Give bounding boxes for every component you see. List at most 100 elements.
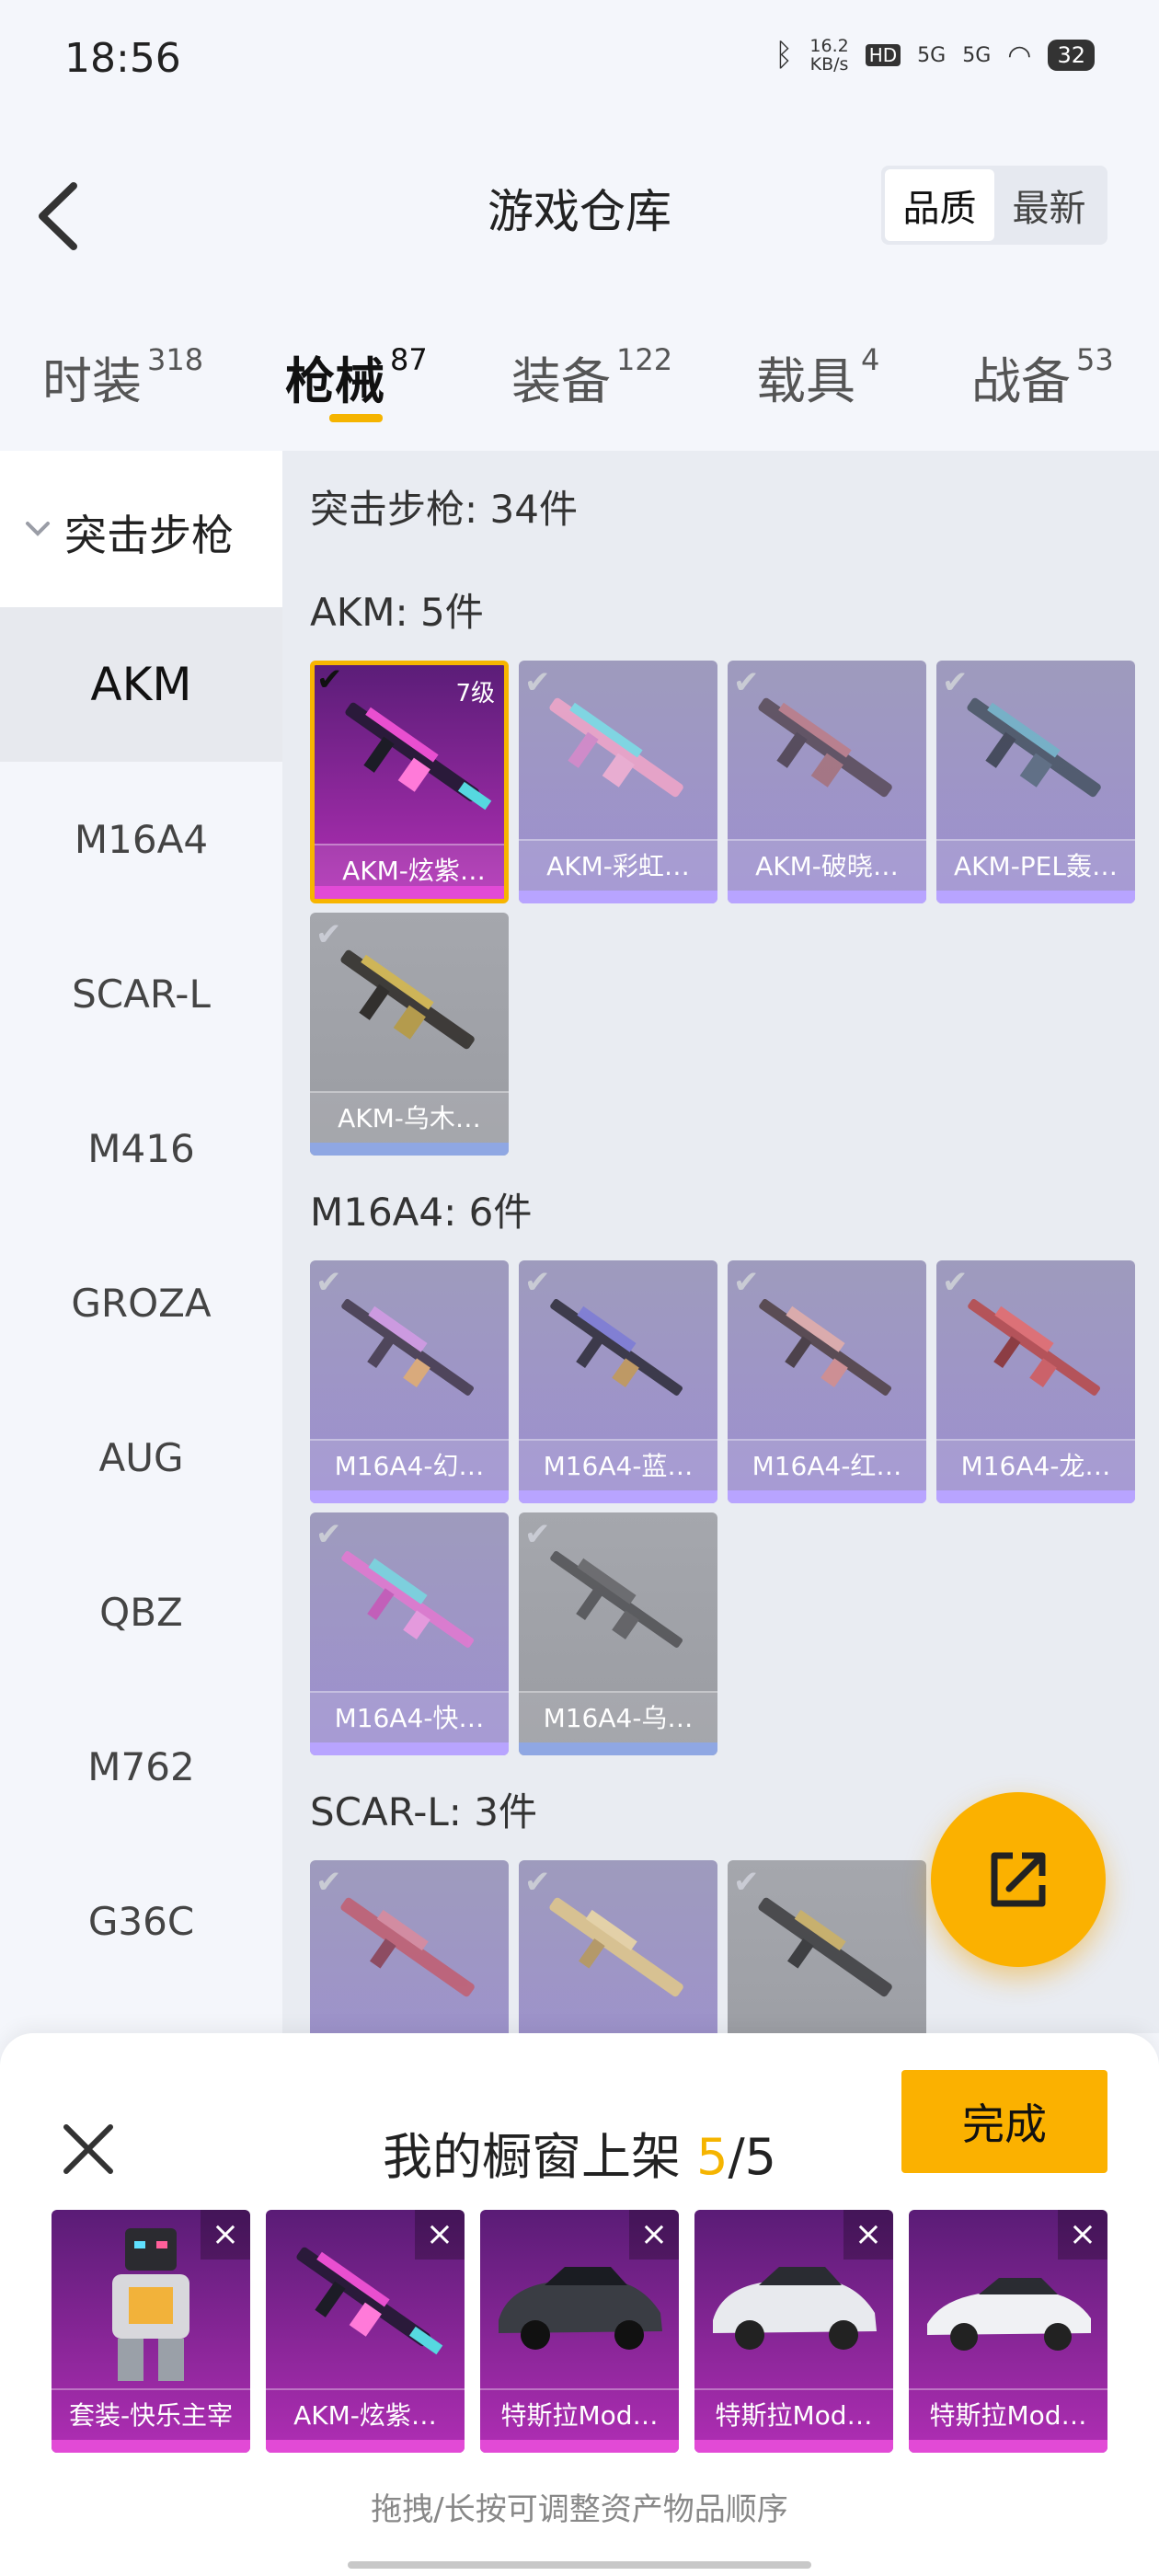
showcase-item[interactable]: × 特斯拉Mod… bbox=[694, 2210, 893, 2453]
weapon-card[interactable]: ✔ M16A4-红… bbox=[728, 1260, 926, 1503]
showcase-item-name: 特斯拉Mod… bbox=[694, 2388, 893, 2440]
rarity-bar bbox=[480, 2440, 679, 2453]
rarity-bar bbox=[728, 891, 926, 903]
group-title-akm: AKM: 5件 bbox=[310, 590, 484, 635]
checkmark-icon: ✔ bbox=[524, 1864, 551, 1901]
weapon-name: M16A4-乌… bbox=[519, 1691, 717, 1742]
showcase-item-name: 特斯拉Mod… bbox=[909, 2388, 1107, 2440]
category-tabs: 时装 318 枪械 87 装备 122 载具 4 战备 53 bbox=[0, 322, 1159, 451]
sort-toggle: 品质 最新 bbox=[881, 166, 1107, 245]
sort-newest-button[interactable]: 最新 bbox=[994, 169, 1104, 241]
chevron-down-icon bbox=[26, 522, 50, 536]
showcase-item-name: 特斯拉Mod… bbox=[480, 2388, 679, 2440]
rarity-bar bbox=[519, 891, 717, 903]
sort-quality-button[interactable]: 品质 bbox=[885, 169, 994, 241]
status-bar: 18:56 ᛒ 16.2 KB/s HD 5G 5G ◠ 32 bbox=[0, 0, 1159, 115]
weapon-name: AKM-破晓… bbox=[728, 839, 926, 891]
showcase-item[interactable]: × AKM-炫紫… bbox=[266, 2210, 465, 2453]
active-tab-indicator bbox=[329, 414, 383, 422]
network-speed: 16.2 KB/s bbox=[809, 36, 849, 75]
weapon-card[interactable]: ✔ M16A4-蓝… bbox=[519, 1260, 717, 1503]
weapon-name: AKM-乌木… bbox=[310, 1091, 509, 1143]
rarity-bar bbox=[936, 1490, 1135, 1503]
weapon-card[interactable]: ✔ 7级 AKM-炫紫… bbox=[310, 661, 509, 903]
weapon-card[interactable]: ✔ M16A4-乌… bbox=[519, 1512, 717, 1755]
weapon-name: M16A4-龙… bbox=[936, 1439, 1135, 1490]
home-indicator[interactable] bbox=[348, 2561, 811, 2569]
showcase-count: 5 bbox=[696, 2128, 729, 2186]
checkmark-icon: ✔ bbox=[524, 664, 551, 701]
weapon-type-nav: 突击步枪 AKM M16A4 SCAR-L M416 GROZA AUG QBZ… bbox=[0, 451, 282, 2033]
weapon-card[interactable]: ✔ AKM-彩虹… bbox=[519, 661, 717, 903]
showcase-item[interactable]: × 特斯拉Mod… bbox=[909, 2210, 1107, 2453]
checkmark-icon: ✔ bbox=[524, 1264, 551, 1301]
nav-item-akm[interactable]: AKM bbox=[0, 607, 282, 762]
weapon-card[interactable]: ✔ AKM-PEL轰… bbox=[936, 661, 1135, 903]
tab-guns[interactable]: 枪械 87 bbox=[285, 340, 428, 413]
weapon-name: AKM-PEL轰… bbox=[936, 839, 1135, 891]
rarity-bar bbox=[266, 2440, 465, 2453]
tab-gear[interactable]: 战备 53 bbox=[971, 340, 1114, 413]
share-icon bbox=[991, 1852, 1046, 1907]
weapon-name: M16A4-蓝… bbox=[519, 1439, 717, 1490]
remove-item-button[interactable]: × bbox=[415, 2210, 465, 2260]
nav-item-groza[interactable]: GROZA bbox=[0, 1225, 282, 1380]
rarity-bar bbox=[519, 1490, 717, 1503]
signal-5g-icon: 5G bbox=[917, 43, 947, 67]
status-icons: ᛒ 16.2 KB/s HD 5G 5G ◠ 32 bbox=[775, 37, 1095, 74]
nav-item-m762[interactable]: M762 bbox=[0, 1689, 282, 1844]
nav-item-g36c[interactable]: G36C bbox=[0, 1844, 282, 1998]
weapon-card[interactable]: ✔ M16A4-龙… bbox=[936, 1260, 1135, 1503]
remove-item-button[interactable]: × bbox=[1058, 2210, 1107, 2260]
done-button[interactable]: 完成 bbox=[901, 2070, 1107, 2173]
checkmark-icon: ✔ bbox=[524, 1516, 551, 1553]
group-title-m16a4: M16A4: 6件 bbox=[310, 1190, 533, 1235]
weapon-name: M16A4-幻… bbox=[310, 1439, 509, 1490]
showcase-item[interactable]: × 套装-快乐主宰 bbox=[52, 2210, 250, 2453]
level-badge: 7级 bbox=[455, 680, 495, 707]
nav-category-header[interactable]: 突击步枪 bbox=[0, 451, 282, 607]
weapon-card[interactable]: ✔ bbox=[728, 1860, 926, 2033]
nav-item-aug[interactable]: AUG bbox=[0, 1380, 282, 1535]
checkmark-icon: ✔ bbox=[316, 1264, 342, 1301]
checkmark-icon: ✔ bbox=[316, 1864, 342, 1901]
nav-item-qbz[interactable]: QBZ bbox=[0, 1535, 282, 1689]
rarity-bar bbox=[52, 2440, 250, 2453]
weapon-card[interactable]: ✔ AKM-破晓… bbox=[728, 661, 926, 903]
bluetooth-icon: ᛒ bbox=[775, 37, 794, 74]
tab-fashion[interactable]: 时装 318 bbox=[42, 340, 203, 413]
showcase-item-name: 套装-快乐主宰 bbox=[52, 2388, 250, 2440]
weapon-card[interactable]: ✔ M16A4-幻… bbox=[310, 1260, 509, 1503]
showcase-item-name: AKM-炫紫… bbox=[266, 2388, 465, 2440]
weapon-name: M16A4-快… bbox=[310, 1691, 509, 1742]
nav-item-m16a4[interactable]: M16A4 bbox=[0, 762, 282, 916]
remove-item-button[interactable]: × bbox=[201, 2210, 250, 2260]
showcase-panel: 我的橱窗上架 5/5 完成 × 套装-快乐主宰 × AKM-炫紫… × 特斯拉M… bbox=[0, 2033, 1159, 2576]
remove-item-button[interactable]: × bbox=[629, 2210, 679, 2260]
weapon-card[interactable]: ✔ AKM-乌木… bbox=[310, 913, 509, 1156]
checkmark-icon: ✔ bbox=[942, 1264, 969, 1301]
checkmark-icon: ✔ bbox=[316, 916, 342, 953]
weapon-card[interactable]: ✔ M16A4-快… bbox=[310, 1512, 509, 1755]
nav-item-scar-l[interactable]: SCAR-L bbox=[0, 916, 282, 1071]
nav-item-m416[interactable]: M416 bbox=[0, 1071, 282, 1225]
tab-vehicles[interactable]: 载具 4 bbox=[756, 340, 879, 413]
rarity-bar bbox=[728, 1490, 926, 1503]
checkmark-icon: ✔ bbox=[316, 1516, 342, 1553]
rarity-bar bbox=[310, 1143, 509, 1156]
weapon-card[interactable]: ✔ bbox=[310, 1860, 509, 2033]
remove-item-button[interactable]: × bbox=[843, 2210, 893, 2260]
share-button[interactable] bbox=[931, 1792, 1106, 1967]
weapon-card[interactable]: ✔ bbox=[519, 1860, 717, 2033]
wifi-icon: ◠ bbox=[1007, 39, 1032, 72]
checkmark-icon: ✔ bbox=[733, 1864, 760, 1901]
weapon-name: AKM-彩虹… bbox=[519, 839, 717, 891]
rarity-bar bbox=[519, 1742, 717, 1755]
showcase-item[interactable]: × 特斯拉Mod… bbox=[480, 2210, 679, 2453]
rarity-bar bbox=[310, 1490, 509, 1503]
tab-equipment[interactable]: 装备 122 bbox=[511, 340, 672, 413]
checkmark-icon: ✔ bbox=[733, 1264, 760, 1301]
reorder-hint: 拖拽/长按可调整资产物品顺序 bbox=[371, 2491, 788, 2528]
checkmark-icon: ✔ bbox=[733, 664, 760, 701]
weapon-name: M16A4-红… bbox=[728, 1439, 926, 1490]
